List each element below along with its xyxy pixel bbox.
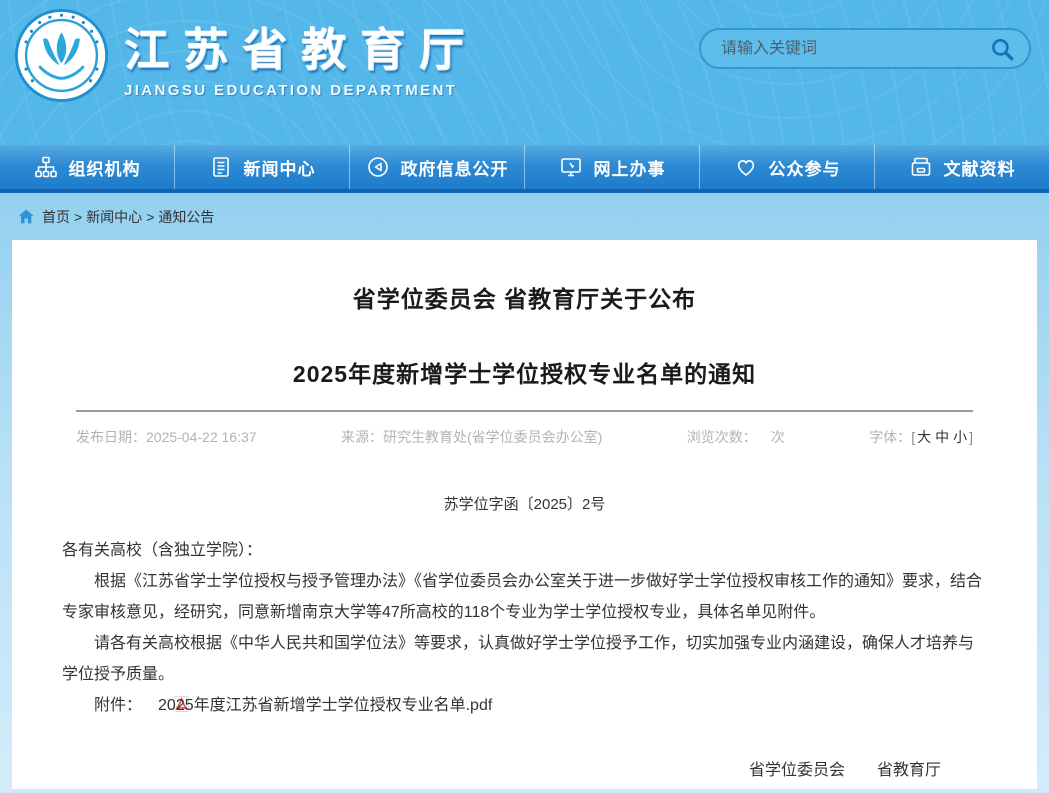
article-source: 来源：研究生教育处(省学位委员会办公室) <box>341 427 602 447</box>
breadcrumb-news-center[interactable]: 新闻中心 <box>86 207 142 227</box>
nav-item-label: 网上办事 <box>594 155 666 180</box>
content-background: 首页 > 新闻中心 > 通知公告 省学位委员会 省教育厅关于公布 2025年度新… <box>0 193 1049 789</box>
breadcrumb-notices[interactable]: 通知公告 <box>158 207 214 227</box>
paragraph-2: 请各有关高校根据《中华人民共和国学位法》等要求，认真做好学士学位授予工作，切实加… <box>62 628 987 690</box>
breadcrumb-separator: > <box>146 209 154 225</box>
nav-item-label: 文献资料 <box>944 155 1016 180</box>
nav-item-label: 组织机构 <box>69 155 141 180</box>
heart-icon <box>734 155 758 179</box>
search-input[interactable] <box>721 40 989 58</box>
site-logo[interactable] <box>13 7 110 104</box>
title-divider <box>76 410 973 412</box>
info-circle-icon <box>366 155 390 179</box>
article-title-line1: 省学位委员会 省教育厅关于公布 <box>62 280 987 314</box>
nav-item-documents[interactable]: 文献资料 <box>874 145 1049 189</box>
attachment-line: 附件： 2025年度江苏省新增学士学位授权专业名单.pdf <box>62 690 987 721</box>
view-count: 浏览次数：次 <box>687 427 785 447</box>
site-subtitle: JIANGSU EDUCATION DEPARTMENT <box>124 82 478 99</box>
nav-item-online-services[interactable]: 网上办事 <box>524 145 699 189</box>
home-icon <box>18 209 35 224</box>
signature-org: 省学位委员会 省教育厅 <box>62 755 941 787</box>
font-size-medium[interactable]: 中 <box>935 429 949 445</box>
search-box <box>699 28 1031 69</box>
breadcrumb: 首页 > 新闻中心 > 通知公告 <box>0 193 1049 240</box>
salutation: 各有关高校（含独立学院）： <box>62 535 987 566</box>
nav-item-gov-info[interactable]: 政府信息公开 <box>349 145 524 189</box>
signature-date: 2025年4月21日 <box>62 787 941 793</box>
font-size-control: 字体：[大中小] <box>869 427 973 447</box>
font-size-large[interactable]: 大 <box>917 429 931 445</box>
publish-date: 发布日期：2025-04-22 16:37 <box>76 427 257 447</box>
monitor-icon <box>559 155 583 179</box>
nav-item-label: 新闻中心 <box>244 155 316 180</box>
archive-icon <box>909 155 933 179</box>
font-size-small[interactable]: 小 <box>953 429 967 445</box>
article-card: 省学位委员会 省教育厅关于公布 2025年度新增学士学位授权专业名单的通知 发布… <box>12 240 1037 789</box>
org-chart-icon <box>34 155 58 179</box>
news-doc-icon <box>209 155 233 179</box>
page: 江苏省教育厅 JIANGSU EDUCATION DEPARTMENT <box>0 0 1049 793</box>
signature-block: 省学位委员会 省教育厅 2025年4月21日 <box>62 755 987 793</box>
breadcrumb-home[interactable]: 首页 <box>42 207 70 227</box>
search-icon <box>989 36 1015 62</box>
article-title-line2: 2025年度新增学士学位授权专业名单的通知 <box>62 355 987 389</box>
brand-block: 江苏省教育厅 JIANGSU EDUCATION DEPARTMENT <box>124 13 478 99</box>
site-header: 江苏省教育厅 JIANGSU EDUCATION DEPARTMENT <box>0 0 1049 145</box>
nav-item-public-participation[interactable]: 公众参与 <box>699 145 874 189</box>
nav-item-label: 政府信息公开 <box>401 155 509 180</box>
site-title: 江苏省教育厅 <box>124 13 478 78</box>
article-body: 各有关高校（含独立学院）： 根据《江苏省学士学位授权与授予管理办法》《省学位委员… <box>62 535 987 721</box>
breadcrumb-separator: > <box>74 209 82 225</box>
attachment-link[interactable]: 2025年度江苏省新增学士学位授权专业名单.pdf <box>158 697 492 714</box>
nav-item-news[interactable]: 新闻中心 <box>174 145 349 189</box>
article-meta: 发布日期：2025-04-22 16:37 来源：研究生教育处(省学位委员会办公… <box>76 427 973 447</box>
jiangsu-education-emblem-icon <box>13 7 110 104</box>
paragraph-1: 根据《江苏省学士学位授权与授予管理办法》《省学位委员会办公室关于进一步做好学士学… <box>62 566 987 628</box>
nav-item-organization[interactable]: 组织机构 <box>0 145 174 189</box>
document-number: 苏学位字函〔2025〕2号 <box>62 493 987 514</box>
pdf-file-icon <box>142 692 157 708</box>
attachment-label: 附件： <box>94 697 142 714</box>
nav-item-label: 公众参与 <box>769 155 841 180</box>
main-nav: 组织机构 新闻中心 政府信息公开 <box>0 145 1049 193</box>
search-button[interactable] <box>989 36 1015 62</box>
